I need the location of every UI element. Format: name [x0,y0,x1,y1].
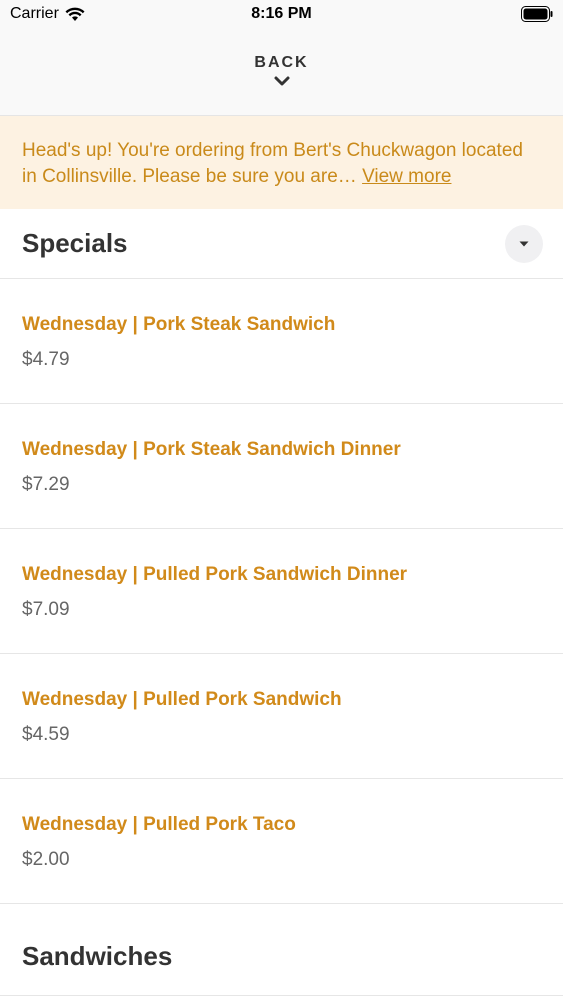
section-title: Specials [22,228,128,258]
item-price: $7.29 [22,474,70,495]
menu-item[interactable]: Wednesday | Pulled Pork Taco $2.00 [0,779,563,904]
item-name: Wednesday | Pork Steak Sandwich [22,314,336,335]
item-price: $4.59 [22,724,70,745]
battery-icon [521,6,553,22]
collapse-toggle-button[interactable] [505,224,543,263]
chevron-down-icon [274,76,289,86]
section-header-sandwiches[interactable]: Sandwiches [0,904,563,996]
section-title: Sandwiches [22,941,173,971]
menu-item[interactable]: Wednesday | Pulled Pork Sandwich Dinner … [0,529,563,654]
item-name: Wednesday | Pork Steak Sandwich Dinner [22,439,401,460]
status-bar: Carrier 8:16 PM [0,0,563,28]
item-price: $4.79 [22,349,70,370]
item-name: Wednesday | Pulled Pork Taco [22,814,296,835]
location-notice: Head's up! You're ordering from Bert's C… [0,116,563,209]
item-price: $7.09 [22,599,70,620]
item-name: Wednesday | Pulled Pork Sandwich [22,689,342,710]
section-header-specials[interactable]: Specials [0,209,563,279]
menu-item[interactable]: Wednesday | Pork Steak Sandwich Dinner $… [0,404,563,529]
menu-item[interactable]: Wednesday | Pork Steak Sandwich $4.79 [0,279,563,404]
status-time: 8:16 PM [251,5,312,22]
item-price: $2.00 [22,849,70,870]
back-label: BACK [254,54,309,71]
menu-item[interactable]: Wednesday | Pulled Pork Sandwich $4.59 [0,654,563,779]
back-button[interactable]: BACK [0,28,563,116]
item-name: Wednesday | Pulled Pork Sandwich Dinner [22,564,408,585]
view-more-link[interactable]: View more [362,166,451,187]
caret-down-icon [519,241,529,246]
